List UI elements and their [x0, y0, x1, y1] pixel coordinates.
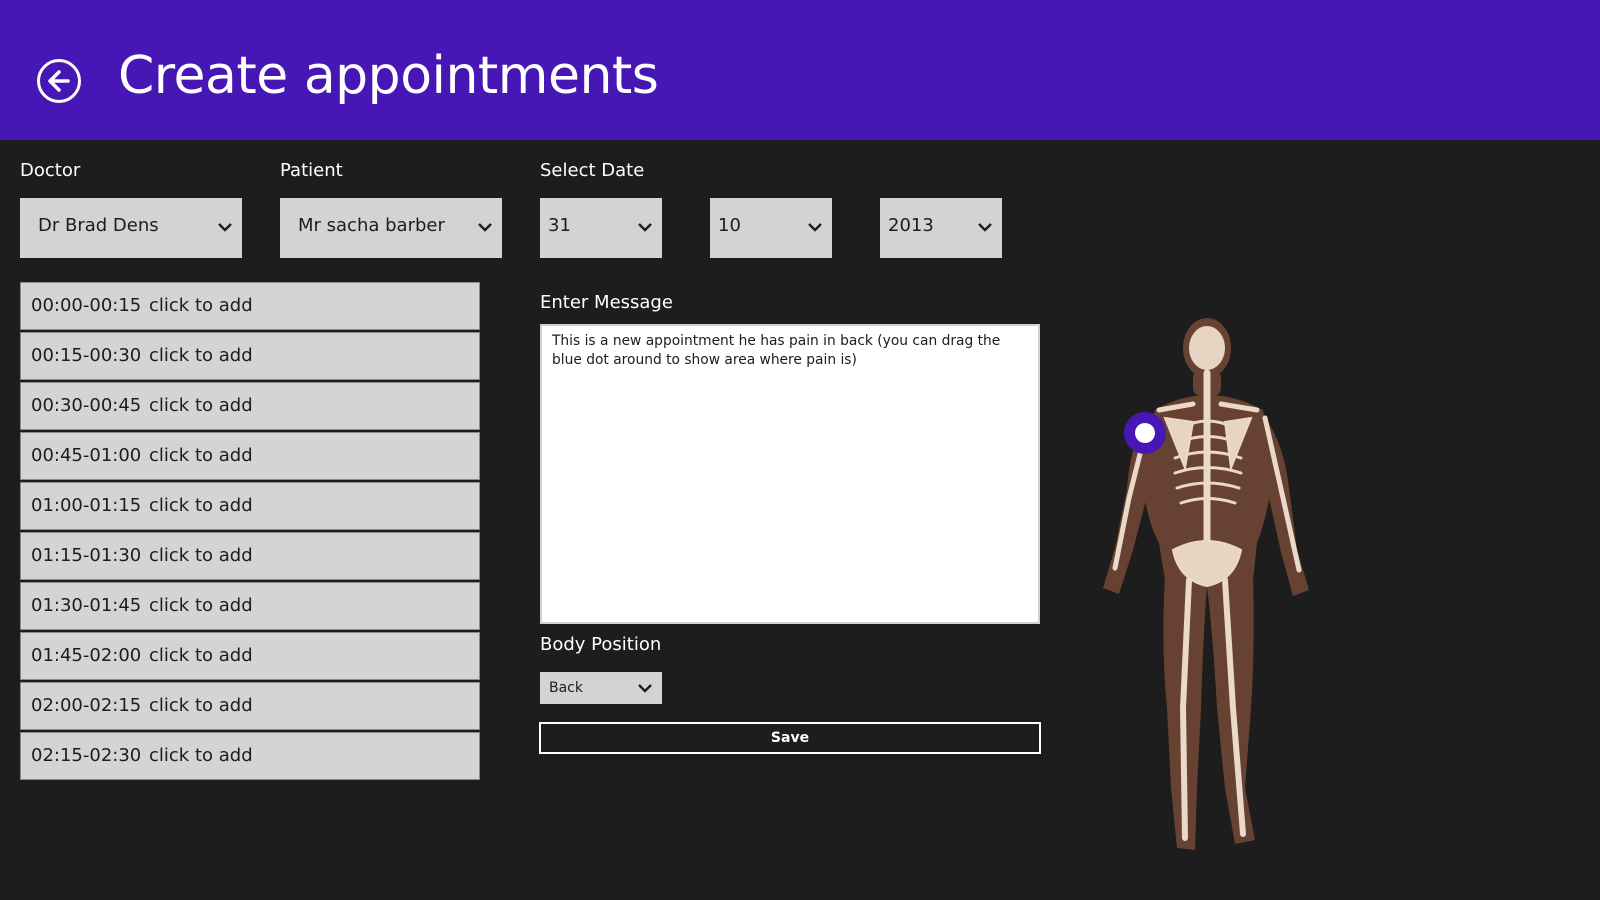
body-position-select-value: Back [549, 680, 583, 696]
chevron-down-icon [218, 223, 232, 232]
chevron-down-icon [638, 684, 652, 693]
slot-action: click to add [149, 695, 253, 716]
slot-time: 00:30-00:45 [31, 395, 142, 416]
slot-time: 01:45-02:00 [31, 645, 142, 666]
slot-action: click to add [149, 495, 253, 516]
year-select-value: 2013 [888, 215, 934, 236]
back-arrow-icon [48, 70, 70, 92]
message-textarea[interactable]: This is a new appointment he has pain in… [540, 324, 1040, 624]
time-slot[interactable]: 01:15-01:30 click to add [20, 532, 480, 580]
slot-time: 01:00-01:15 [31, 495, 142, 516]
pain-marker-core [1135, 423, 1155, 443]
message-label: Enter Message [540, 292, 673, 313]
slot-time: 00:45-01:00 [31, 445, 142, 466]
slot-action: click to add [149, 745, 253, 766]
slot-time: 01:30-01:45 [31, 595, 142, 616]
month-select-value: 10 [718, 215, 741, 236]
time-slot[interactable]: 00:00-00:15 click to add [20, 282, 480, 330]
slot-action: click to add [149, 595, 253, 616]
chevron-down-icon [978, 223, 992, 232]
patient-label: Patient [280, 160, 343, 181]
doctor-label: Doctor [20, 160, 81, 181]
slot-action: click to add [149, 395, 253, 416]
chevron-down-icon [478, 223, 492, 232]
time-slot[interactable]: 01:00-01:15 click to add [20, 482, 480, 530]
year-select[interactable]: 2013 [880, 198, 1002, 258]
month-select[interactable]: 10 [710, 198, 832, 258]
time-slot-list: 00:00-00:15 click to add 00:15-00:30 click… [20, 282, 480, 782]
slot-time: 01:15-01:30 [31, 545, 142, 566]
slot-time: 00:15-00:30 [31, 345, 142, 366]
slot-action: click to add [149, 345, 253, 366]
time-slot[interactable]: 01:45-02:00 click to add [20, 632, 480, 680]
patient-select-value: Mr sacha barber [298, 215, 445, 236]
back-button[interactable] [37, 59, 81, 103]
slot-time: 00:00-00:15 [31, 295, 142, 316]
slot-action: click to add [149, 295, 253, 316]
time-slot[interactable]: 02:00-02:15 click to add [20, 682, 480, 730]
body-position-label: Body Position [540, 634, 662, 655]
time-slot[interactable]: 02:15-02:30 click to add [20, 732, 480, 780]
save-button[interactable]: Save [539, 722, 1041, 754]
slot-action: click to add [149, 645, 253, 666]
slot-action: click to add [149, 445, 253, 466]
chevron-down-icon [808, 223, 822, 232]
time-slot[interactable]: 00:45-01:00 click to add [20, 432, 480, 480]
slot-time: 02:00-02:15 [31, 695, 142, 716]
time-slot[interactable]: 00:30-00:45 click to add [20, 382, 480, 430]
pain-location-marker[interactable] [1124, 412, 1166, 454]
slot-time: 02:15-02:30 [31, 745, 142, 766]
human-skeleton-figure [1103, 318, 1309, 850]
body-position-select[interactable]: Back [540, 672, 662, 704]
app-header: Create appointments [0, 0, 1600, 140]
patient-select[interactable]: Mr sacha barber [280, 198, 502, 258]
slot-action: click to add [149, 545, 253, 566]
time-slot[interactable]: 00:15-00:30 click to add [20, 332, 480, 380]
doctor-select-value: Dr Brad Dens [38, 215, 159, 236]
time-slot[interactable]: 01:30-01:45 click to add [20, 582, 480, 630]
page-title: Create appointments [118, 46, 659, 106]
day-select[interactable]: 31 [540, 198, 662, 258]
chevron-down-icon [638, 223, 652, 232]
date-label: Select Date [540, 160, 645, 181]
doctor-select[interactable]: Dr Brad Dens [20, 198, 242, 258]
day-select-value: 31 [548, 215, 571, 236]
